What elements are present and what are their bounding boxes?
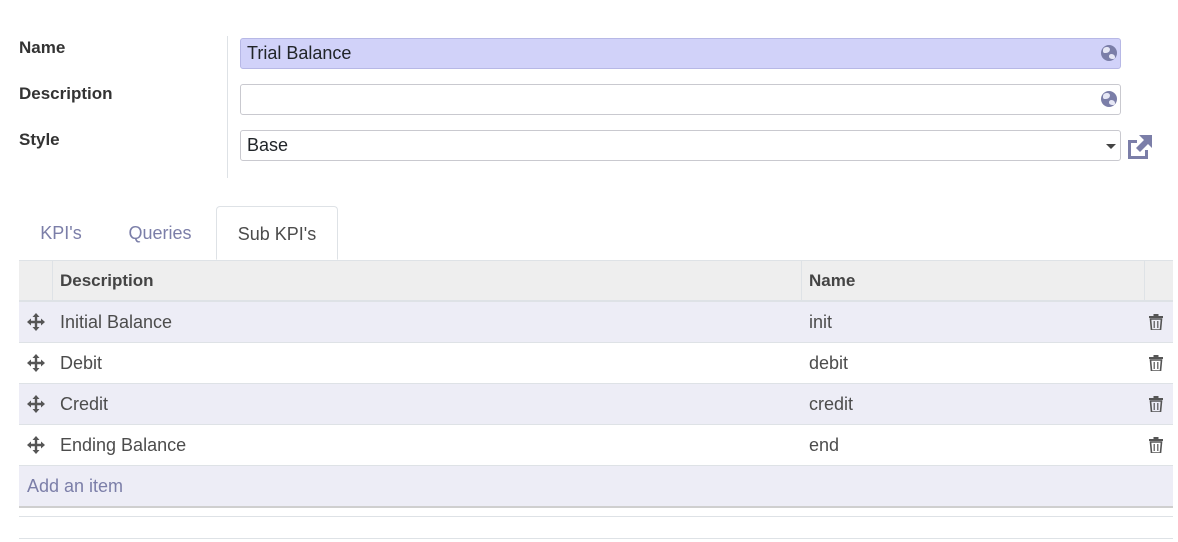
row-name: end <box>809 435 840 455</box>
table-row[interactable]: Debit debit <box>19 343 1173 384</box>
style-select-value: Base <box>247 135 289 155</box>
tab-queries[interactable]: Queries <box>115 206 205 260</box>
row-description: Initial Balance <box>60 312 173 332</box>
column-divider <box>1144 261 1145 301</box>
globe-icon[interactable] <box>1101 45 1117 61</box>
style-label: Style <box>19 130 60 149</box>
trash-icon[interactable] <box>1149 314 1163 330</box>
description-field[interactable] <box>240 84 1121 115</box>
external-link-icon[interactable] <box>1125 134 1153 160</box>
table-header: Description Name <box>19 260 1173 302</box>
trash-icon[interactable] <box>1149 396 1163 412</box>
move-handle-icon[interactable] <box>27 313 45 331</box>
tab-sub-kpis[interactable]: Sub KPI's <box>216 206 338 260</box>
name-field[interactable]: Trial Balance <box>240 38 1121 69</box>
row-name: credit <box>809 394 854 414</box>
column-header-name[interactable]: Name <box>809 261 855 301</box>
column-divider <box>801 261 802 301</box>
add-item-link[interactable]: Add an item <box>27 466 123 506</box>
row-description: Debit <box>60 353 103 373</box>
add-item-row: Add an item <box>19 466 1173 508</box>
trash-icon[interactable] <box>1149 355 1163 371</box>
row-name: init <box>809 312 833 332</box>
row-name: debit <box>809 353 849 373</box>
table-footer <box>19 508 1173 517</box>
globe-icon[interactable] <box>1101 91 1117 107</box>
style-select[interactable]: Base <box>240 130 1121 161</box>
column-divider <box>52 261 53 301</box>
divider <box>19 538 1173 539</box>
trash-icon[interactable] <box>1149 437 1163 453</box>
description-label: Description <box>19 84 113 103</box>
form-section: Name Description Style Trial Balance Bas… <box>0 0 1178 200</box>
move-handle-icon[interactable] <box>27 354 45 372</box>
table-row[interactable]: Ending Balance end <box>19 425 1173 466</box>
name-label: Name <box>19 38 66 57</box>
chevron-down-icon[interactable] <box>1106 144 1116 149</box>
move-handle-icon[interactable] <box>27 395 45 413</box>
table-row[interactable]: Initial Balance init <box>19 302 1173 343</box>
sub-kpi-table: Description Name Initial Balance init De… <box>19 260 1173 508</box>
tab-bar: KPI's Queries Sub KPI's <box>19 206 1173 261</box>
row-description: Ending Balance <box>60 435 187 455</box>
move-handle-icon[interactable] <box>27 436 45 454</box>
table-row[interactable]: Credit credit <box>19 384 1173 425</box>
label-separator <box>227 36 228 178</box>
column-header-description[interactable]: Description <box>60 261 154 301</box>
row-description: Credit <box>60 394 109 414</box>
name-field-value: Trial Balance <box>247 43 352 63</box>
tab-kpis[interactable]: KPI's <box>19 206 103 260</box>
